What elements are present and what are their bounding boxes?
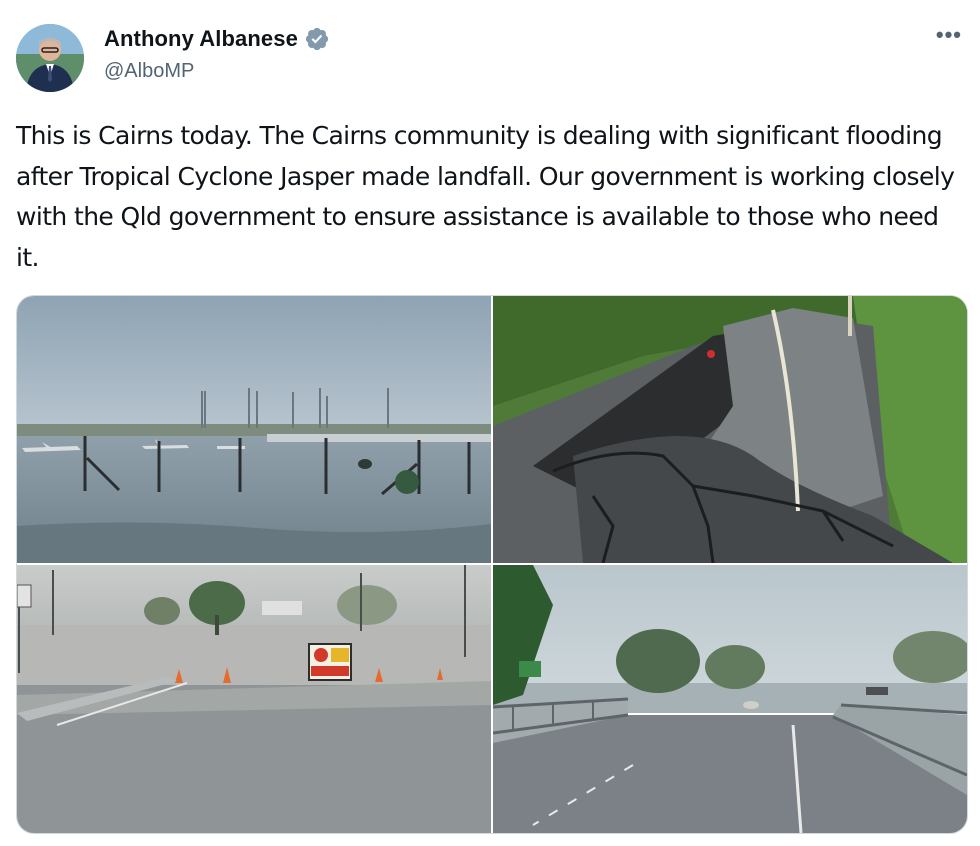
- tweet-header: Anthony Albanese @AlboMP •••: [16, 18, 964, 94]
- author-name[interactable]: Anthony Albanese: [104, 26, 298, 52]
- avatar[interactable]: [16, 24, 84, 92]
- photo-collapsed-road[interactable]: [493, 296, 967, 563]
- verified-badge-icon: [305, 27, 329, 51]
- media-grid: [16, 295, 968, 834]
- photo-flooded-road-sign[interactable]: [17, 565, 491, 833]
- tweet-text: This is Cairns today. The Cairns communi…: [16, 121, 955, 272]
- photo-flooded-bridge[interactable]: [493, 565, 967, 833]
- author-handle[interactable]: @AlboMP: [104, 60, 194, 83]
- photo-flooded-airport[interactable]: [17, 296, 491, 563]
- more-options-icon[interactable]: •••: [936, 24, 962, 46]
